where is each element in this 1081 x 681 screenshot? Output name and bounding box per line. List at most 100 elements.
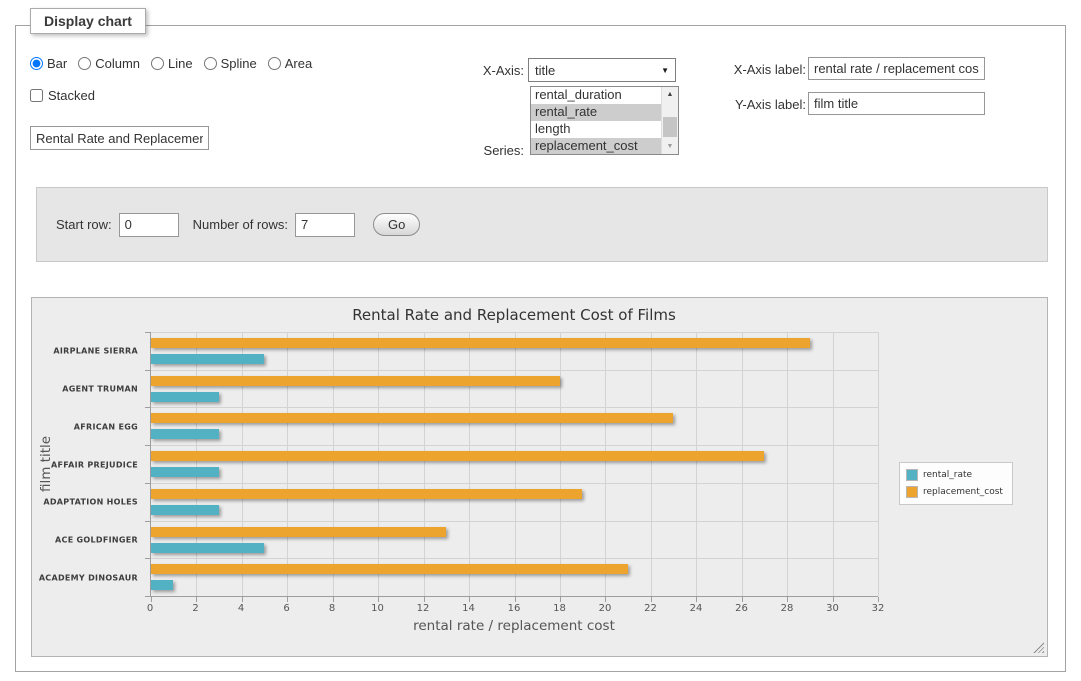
legend-swatch-rental_rate [906, 469, 918, 481]
bar-rental_rate [151, 354, 264, 364]
x-tick-label: 2 [192, 603, 198, 614]
bar-rental_rate [151, 580, 173, 590]
x-axis-tick-mark [333, 597, 334, 602]
legend-item-replacement_cost[interactable]: replacement_cost [906, 486, 1003, 498]
bar-replacement_cost [151, 376, 560, 386]
x-tick-label: 28 [781, 603, 794, 614]
stacked-label: Stacked [48, 88, 95, 103]
resize-handle-icon[interactable] [1033, 642, 1044, 653]
num-rows-input[interactable] [295, 213, 355, 237]
radio-bar[interactable] [30, 57, 43, 70]
radio-column[interactable] [78, 57, 91, 70]
legend-item-rental_rate[interactable]: rental_rate [906, 469, 1003, 481]
bar-replacement_cost [151, 527, 446, 537]
x-axis-tick-mark [878, 597, 879, 602]
x-axis-tick-mark [151, 597, 152, 602]
x-tick-label: 12 [417, 603, 430, 614]
y-axis-tick-mark [145, 445, 150, 446]
start-row-label: Start row: [56, 217, 112, 232]
x-axis-tick-mark [696, 597, 697, 602]
category-band-5 [151, 521, 878, 559]
radio-spline[interactable] [204, 57, 217, 70]
chart-x-axis-title: rental rate / replacement cost [150, 618, 878, 634]
y-axis-tick-mark [145, 370, 150, 371]
x-axis-tick-mark [742, 597, 743, 602]
x-axis-tick-mark [833, 597, 834, 602]
listbox-option-length[interactable]: length [531, 121, 661, 138]
bar-replacement_cost [151, 451, 764, 461]
display-chart-fieldset: Display chart BarColumnLineSplineArea St… [15, 25, 1066, 672]
category-band-2 [151, 407, 878, 445]
y-axis-label-input[interactable] [808, 92, 985, 115]
chart-legend: rental_rate replacement_cost [899, 462, 1013, 505]
x-axis-select[interactable]: title ▼ [528, 58, 676, 82]
listbox-option-rental_rate[interactable]: rental_rate [531, 104, 661, 121]
x-axis-tick-mark [787, 597, 788, 602]
chart-title: Rental Rate and Replacement Cost of Film… [150, 306, 878, 324]
x-axis-tick-mark [424, 597, 425, 602]
x-tick-label: 4 [238, 603, 244, 614]
chart-panel: Rental Rate and Replacement Cost of Film… [31, 297, 1048, 657]
x-axis-select-label: X-Axis: [416, 63, 524, 78]
radio-label-bar: Bar [47, 56, 67, 71]
y-axis-tick-mark [145, 596, 150, 597]
x-axis-tick-mark [560, 597, 561, 602]
x-axis-label-input[interactable] [808, 57, 985, 80]
radio-label-area: Area [285, 56, 312, 71]
legend-label-rental_rate: rental_rate [923, 470, 972, 480]
x-tick-label: 8 [329, 603, 335, 614]
x-axis-tick-mark [469, 597, 470, 602]
category-band-0 [151, 332, 878, 370]
chart-x-ticks: 02468101214161820222426283032 [150, 603, 878, 617]
radio-option-bar[interactable]: Bar [30, 56, 67, 71]
stacked-checkbox[interactable] [30, 89, 43, 102]
radio-option-line[interactable]: Line [151, 56, 193, 71]
bar-rental_rate [151, 543, 264, 553]
x-axis-label-label: X-Axis label: [664, 62, 806, 77]
bar-rental_rate [151, 505, 219, 515]
radio-option-area[interactable]: Area [268, 56, 312, 71]
x-tick-label: 20 [599, 603, 612, 614]
rows-panel: Start row: Number of rows: Go [36, 187, 1048, 262]
radio-option-column[interactable]: Column [78, 56, 140, 71]
plot-area [150, 332, 878, 597]
fieldset-legend: Display chart [30, 8, 146, 34]
scrollbar-thumb[interactable] [663, 117, 677, 137]
listbox-option-replacement_cost[interactable]: replacement_cost [531, 138, 661, 154]
x-axis-tick-mark [242, 597, 243, 602]
x-tick-label: 30 [826, 603, 839, 614]
bar-rental_rate [151, 429, 219, 439]
bar-replacement_cost [151, 564, 628, 574]
listbox-option-rental_duration[interactable]: rental_duration [531, 87, 661, 104]
y-axis-tick-mark [145, 407, 150, 408]
y-axis-tick-mark [145, 483, 150, 484]
go-button[interactable]: Go [373, 213, 420, 236]
start-row-input[interactable] [119, 213, 179, 237]
radio-line[interactable] [151, 57, 164, 70]
y-axis-tick-mark [145, 332, 150, 333]
x-tick-label: 10 [371, 603, 384, 614]
category-band-3 [151, 445, 878, 483]
bar-rental_rate [151, 392, 219, 402]
x-tick-label: 18 [553, 603, 566, 614]
x-tick-label: 32 [872, 603, 885, 614]
category-band-6 [151, 558, 878, 596]
bar-rental_rate [151, 467, 219, 477]
bar-replacement_cost [151, 489, 582, 499]
category-band-1 [151, 370, 878, 408]
category-label: AFRICAN EGG [27, 422, 138, 431]
chart-title-input[interactable] [30, 126, 209, 150]
y-axis-label-label: Y-Axis label: [664, 97, 806, 112]
radio-option-spline[interactable]: Spline [204, 56, 257, 71]
bar-replacement_cost [151, 338, 810, 348]
x-axis-tick-mark [378, 597, 379, 602]
stacked-row: Stacked [30, 88, 95, 103]
x-axis-tick-mark [651, 597, 652, 602]
x-axis-tick-mark [287, 597, 288, 602]
radio-area[interactable] [268, 57, 281, 70]
radio-label-line: Line [168, 56, 193, 71]
series-listbox[interactable]: rental_durationrental_ratelengthreplacem… [530, 86, 679, 155]
chart-type-radio-group: Bar Column Line Spline Area [30, 56, 323, 71]
x-axis-tick-mark [515, 597, 516, 602]
scroll-down-icon[interactable]: ▼ [662, 140, 678, 153]
